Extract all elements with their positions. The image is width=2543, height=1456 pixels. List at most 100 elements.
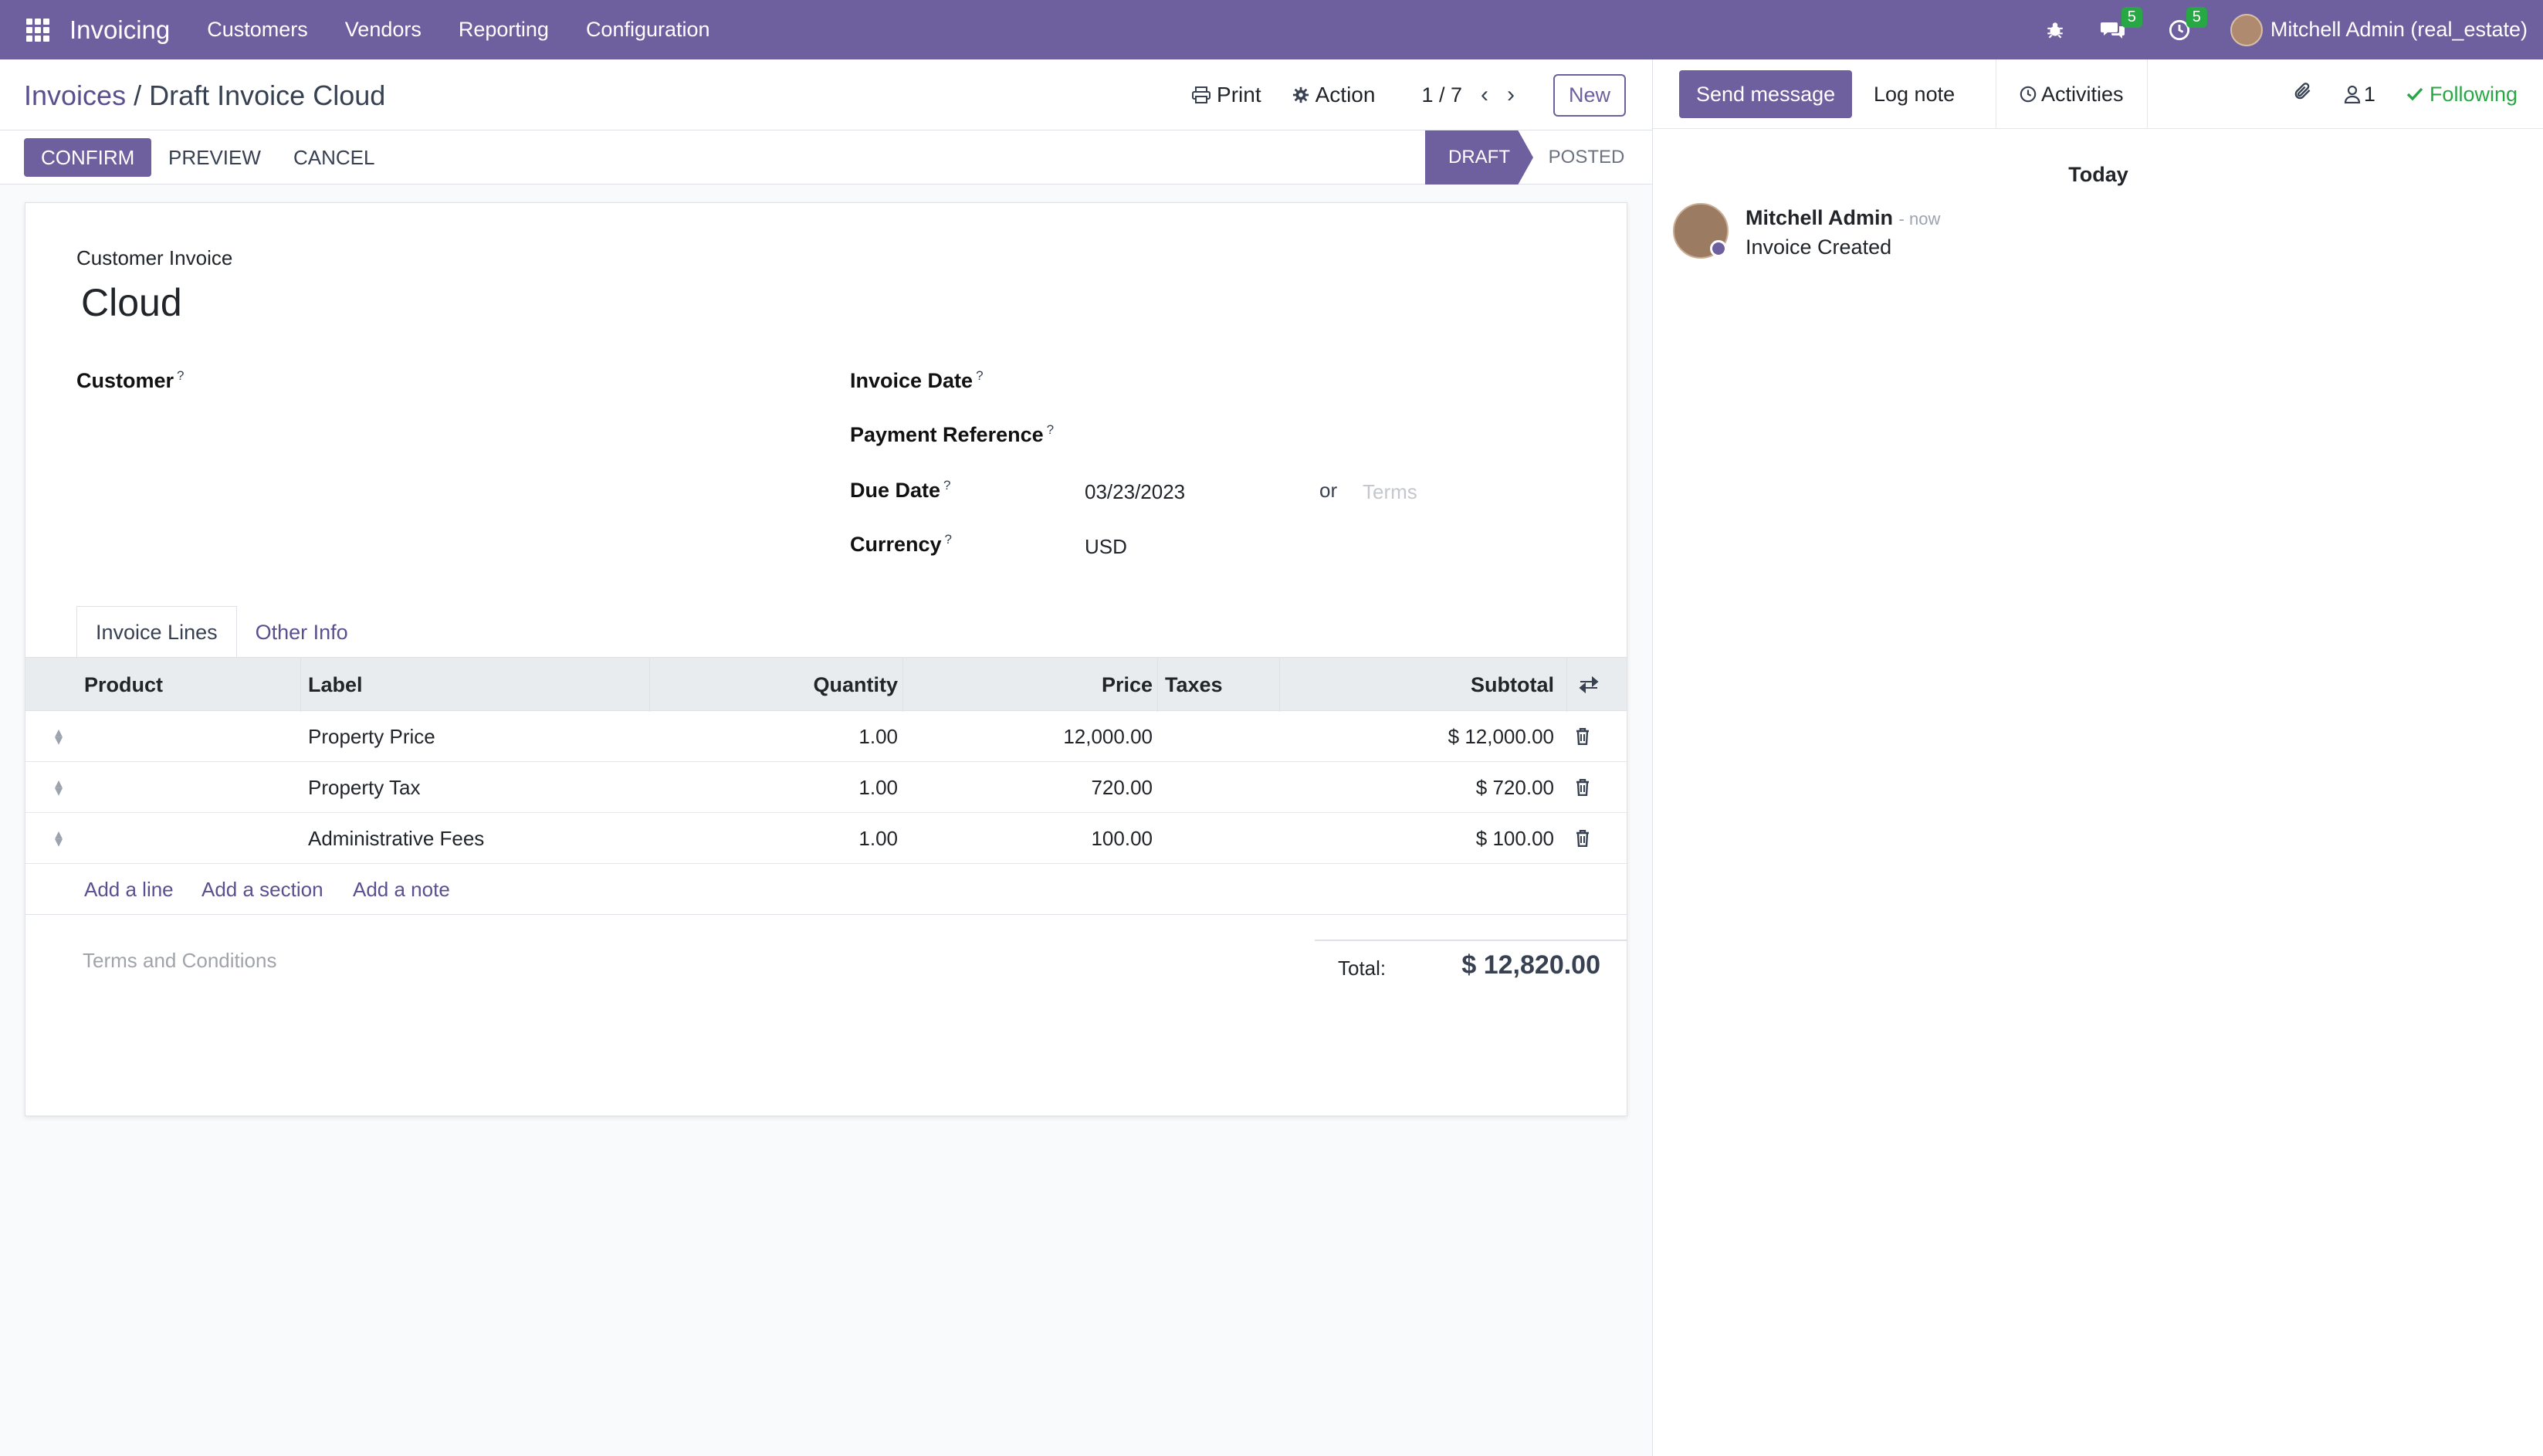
row-quantity[interactable]: 1.00 [651,813,898,864]
menu-configuration[interactable]: Configuration [586,18,710,42]
row-price[interactable]: 100.00 [904,813,1153,864]
row-price[interactable]: 12,000.00 [904,711,1153,762]
activities-label: Activities [2041,82,2124,106]
log-note-button[interactable]: Log note [1874,70,1955,118]
help-tooltip-icon[interactable]: ? [976,368,983,383]
table-row[interactable]: ▴ ▾ Property Price 1.00 12,000.00 $ 12,00… [25,711,1627,762]
message-author-name[interactable]: Mitchell Admin [1746,206,1893,229]
row-price[interactable]: 720.00 [904,762,1153,813]
app-name[interactable]: Invoicing [69,15,170,45]
menu-customers[interactable]: Customers [207,18,308,42]
control-panel: Invoices / Draft Invoice Cloud Print Act… [0,59,1652,130]
date-separator: Today [2068,163,2128,186]
stage-draft: DRAFT [1425,130,1533,185]
row-label[interactable]: Administrative Fees [308,813,484,864]
currency-field[interactable]: USD [1085,535,1127,559]
notebook-tabs: Invoice Lines Other Info [76,606,367,659]
row-quantity[interactable]: 1.00 [651,762,898,813]
help-tooltip-icon[interactable]: ? [945,532,952,547]
invoice-lines-table: Product Label Quantity Price Taxes Subto… [25,657,1627,915]
row-subtotal: $ 12,000.00 [1448,724,1554,748]
add-section-link[interactable]: Add a section [201,864,323,915]
add-note-link[interactable]: Add a note [353,864,450,915]
followers-button[interactable]: 1 [2344,83,2375,107]
activities-clock-icon[interactable]: 5 [2169,6,2207,41]
chatter-panel: Send message Log note Activities 1 Follo… [1652,59,2543,1456]
drag-handle-icon[interactable]: ▴ ▾ [55,762,63,813]
cancel-button[interactable]: CANCEL [293,138,374,177]
stage-posted: POSTED [1548,147,1625,168]
tab-other-info[interactable]: Other Info [237,606,367,659]
due-date-label-text: Due Date [850,479,941,502]
due-date-field[interactable]: 03/23/2023 [1085,480,1185,504]
due-date-or-text: or [1319,479,1338,502]
activities-count-badge: 5 [2186,6,2207,28]
customer-label-text: Customer [76,369,174,392]
column-price[interactable]: Price [904,658,1153,712]
breadcrumb-current: Draft Invoice Cloud [149,80,386,111]
following-button[interactable]: Following [2406,83,2518,107]
delete-row-trash-icon[interactable] [1576,711,1590,762]
currency-label: Currency? [850,532,952,557]
document-type: Customer Invoice [76,246,233,269]
row-quantity[interactable]: 1.00 [651,711,898,762]
delete-row-trash-icon[interactable] [1576,813,1590,864]
menu-reporting[interactable]: Reporting [459,18,549,42]
column-quantity[interactable]: Quantity [651,658,898,712]
user-menu[interactable]: Mitchell Admin (real_estate) [2270,18,2528,42]
attachment-paperclip-icon[interactable] [2293,81,2313,108]
action-button[interactable]: Action [1292,83,1375,107]
message-author: Mitchell Admin - now [1746,206,1940,230]
help-tooltip-icon[interactable]: ? [177,368,184,383]
payment-terms-field[interactable]: Terms [1363,480,1417,504]
row-label[interactable]: Property Price [308,711,435,762]
user-avatar[interactable] [2230,13,2263,46]
column-label[interactable]: Label [308,658,363,712]
preview-button[interactable]: PREVIEW [168,138,261,177]
invoice-date-label: Invoice Date? [850,368,984,393]
breadcrumb-invoices-link[interactable]: Invoices [24,80,126,111]
table-row[interactable]: ▴ ▾ Property Tax 1.00 720.00 $ 720.00 [25,762,1627,813]
pager-previous-icon[interactable]: ‹ [1481,82,1488,108]
row-label[interactable]: Property Tax [308,762,420,813]
row-subtotal: $ 720.00 [1475,775,1554,799]
total-divider [1315,940,1627,941]
drag-handle-icon[interactable]: ▴ ▾ [55,711,63,762]
table-row[interactable]: ▴ ▾ Administrative Fees 1.00 100.00 $ 100… [25,813,1627,864]
tab-invoice-lines[interactable]: Invoice Lines [76,606,237,659]
activities-button[interactable]: Activities [1996,59,2148,129]
drag-handle-icon[interactable]: ▴ ▾ [55,813,63,864]
confirm-button[interactable]: CONFIRM [24,138,152,177]
online-status-indicator [1710,240,1727,257]
followers-count: 1 [2363,82,2375,106]
row-subtotal: $ 100.00 [1475,826,1554,850]
terms-and-conditions-field[interactable]: Terms and Conditions [83,949,276,973]
help-tooltip-icon[interactable]: ? [943,478,950,493]
payment-reference-label: Payment Reference? [850,422,1054,447]
delete-row-trash-icon[interactable] [1576,762,1590,813]
messages-chat-icon[interactable]: 5 [2100,6,2142,41]
invoice-name-field[interactable]: Cloud [81,280,182,325]
add-line-link[interactable]: Add a line [84,864,174,915]
print-button[interactable]: Print [1192,83,1261,107]
send-message-button[interactable]: Send message [1679,70,1853,118]
column-product[interactable]: Product [84,658,163,712]
pager-next-icon[interactable]: › [1507,82,1515,108]
due-date-label: Due Date? [850,478,951,503]
new-button[interactable]: New [1553,73,1626,117]
column-taxes[interactable]: Taxes [1165,658,1223,712]
debug-bug-icon[interactable] [2045,20,2065,40]
gear-icon [1292,86,1309,103]
table-header: Product Label Quantity Price Taxes Subto… [25,657,1627,712]
add-controls-row: Add a line Add a section Add a note [25,864,1627,915]
payment-reference-label-text: Payment Reference [850,423,1044,446]
top-navbar: Invoicing Customers Vendors Reporting Co… [0,0,2543,59]
optional-columns-toggle-icon[interactable] [1579,658,1599,712]
pager-value[interactable]: 1 / 7 [1421,83,1462,107]
user-icon [2344,85,2361,103]
app-menu-grid-icon[interactable] [26,18,49,42]
help-tooltip-icon[interactable]: ? [1047,422,1054,437]
invoice-date-label-text: Invoice Date [850,369,974,392]
menu-vendors[interactable]: Vendors [345,18,422,42]
column-subtotal[interactable]: Subtotal [1281,658,1554,712]
